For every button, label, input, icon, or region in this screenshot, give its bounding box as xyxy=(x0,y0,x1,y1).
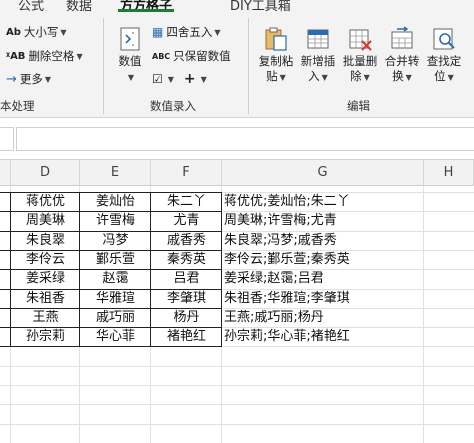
chevron-down-icon: ▼ xyxy=(44,74,52,84)
chevron-down-icon: ▼ xyxy=(279,73,286,82)
chevron-down-icon: ▼ xyxy=(447,73,454,82)
column-header-e[interactable]: E xyxy=(80,160,151,186)
remove-space-button[interactable]: ᵡAB 删除空格 ▼ xyxy=(6,48,83,64)
case-icon: Ab xyxy=(6,26,21,38)
case-button[interactable]: Ab 大小写 ▼ xyxy=(6,24,67,40)
cell-g-row-2[interactable]: 周美琳;许雪梅;尤青 xyxy=(224,211,424,230)
column-header-c[interactable] xyxy=(0,160,11,186)
number-tools-row: ☑ ▼ + ▼ xyxy=(152,71,207,87)
tab-data[interactable]: 数据 xyxy=(66,0,92,12)
cell-f-row-1[interactable]: 朱二丫 xyxy=(151,192,222,211)
clipboard-icon xyxy=(265,27,287,51)
numeric-button[interactable]: 数值 ▼ xyxy=(110,26,150,83)
cell-e-row-3[interactable]: 冯梦 xyxy=(80,231,151,250)
arrow-right-icon: → xyxy=(6,71,17,87)
remove-space-icon: ᵡAB xyxy=(6,50,26,62)
cell-g-row-6[interactable]: 朱祖香;华雅瑄;李肇琪 xyxy=(224,289,424,308)
cell-f-row-2[interactable]: 尤青 xyxy=(151,211,222,230)
chevron-down-icon[interactable]: ▼ xyxy=(168,75,174,84)
cell-e-row-4[interactable]: 鄞乐萱 xyxy=(80,250,151,269)
cell-e-row-7[interactable]: 戚巧丽 xyxy=(80,308,151,327)
chevron-down-icon: ▼ xyxy=(76,51,83,61)
chevron-down-icon[interactable]: ▼ xyxy=(201,75,207,84)
chevron-down-icon: ▼ xyxy=(127,73,135,82)
edit-cell-icon[interactable]: ☑ xyxy=(152,72,163,86)
insert-button[interactable]: 新增插 入 ▼ xyxy=(298,26,338,85)
column-header-g[interactable]: G xyxy=(222,160,424,186)
cell-d-row-5[interactable]: 姜采绿 xyxy=(11,269,80,288)
grid-line xyxy=(0,385,474,386)
cell-f-row-4[interactable]: 秦秀英 xyxy=(151,250,222,269)
cell-d-row-8[interactable]: 孙宗莉 xyxy=(11,327,80,346)
cell-g-row-1[interactable]: 蒋优优;姜灿怡;朱二丫 xyxy=(224,192,424,211)
cell-f-row-6[interactable]: 李肇琪 xyxy=(151,289,222,308)
group-separator xyxy=(248,18,249,114)
column-header-h[interactable]: H xyxy=(424,160,474,186)
keep-value-icon: ABC xyxy=(152,51,171,61)
number-group-label: 数值录入 xyxy=(150,99,196,113)
batch-delete-button[interactable]: 批量删 除 ▼ xyxy=(340,26,380,85)
grid-line xyxy=(0,404,474,405)
column-header-row: D E F G H xyxy=(0,160,474,186)
cell-d-row-3[interactable]: 朱良翠 xyxy=(11,231,80,250)
cell-d-row-7[interactable]: 王燕 xyxy=(11,308,80,327)
cell-g-row-7[interactable]: 王燕;戚巧丽;杨丹 xyxy=(224,308,424,327)
cell-d-row-6[interactable]: 朱祖香 xyxy=(11,289,80,308)
cell-e-row-5[interactable]: 赵霭 xyxy=(80,269,151,288)
merge-convert-button[interactable]: 合并转 换 ▼ xyxy=(382,26,422,85)
cell-d-row-1[interactable]: 蒋优优 xyxy=(11,192,80,211)
cell-area[interactable]: 蒋优优 姜灿怡 朱二丫 蒋优优;姜灿怡;朱二丫 周美琳 许雪梅 尤青 周美琳;许雪梅;尤青 朱良… xyxy=(0,186,474,443)
grid-line xyxy=(0,424,474,425)
merge-icon xyxy=(391,26,413,49)
round-icon: ▦ xyxy=(152,25,164,39)
cell-d-row-4[interactable]: 李伶云 xyxy=(11,250,80,269)
copy-paste-button[interactable]: 复制粘 贴 ▼ xyxy=(256,26,296,85)
search-icon xyxy=(433,28,455,50)
cell-g-row-3[interactable]: 朱良翠;冯梦;戚香秀 xyxy=(224,231,424,250)
chevron-down-icon: ▼ xyxy=(214,27,221,37)
tab-formulas[interactable]: 公式 xyxy=(18,0,44,12)
cell-e-row-8[interactable]: 华心菲 xyxy=(80,327,151,346)
ribbon-tab-strip: 公式 数据 方方格子 DIY工具箱 xyxy=(0,0,474,12)
delete-icon xyxy=(349,29,372,51)
more-button[interactable]: → 更多 ▼ xyxy=(6,71,51,87)
cell-g-row-8[interactable]: 孙宗莉;华心菲;褚艳红 xyxy=(224,327,424,346)
chevron-down-icon: ▼ xyxy=(60,27,67,37)
cell-e-row-1[interactable]: 姜灿怡 xyxy=(80,192,151,211)
cell-f-row-5[interactable]: 吕君 xyxy=(151,269,222,288)
grid-line xyxy=(0,366,474,367)
plus-icon[interactable]: + xyxy=(184,71,196,87)
formula-input[interactable] xyxy=(16,127,474,151)
cell-f-row-8[interactable]: 褚艳红 xyxy=(151,327,222,346)
cell-e-row-6[interactable]: 华雅瑄 xyxy=(80,289,151,308)
insert-icon xyxy=(307,29,329,49)
cell-f-row-3[interactable]: 戚香秀 xyxy=(151,231,222,250)
formula-bar xyxy=(0,118,474,160)
spreadsheet-grid: D E F G H 蒋优优 姜灿怡 朱二丫 蒋优优;姜灿怡;朱二丫周美琳 许雪梅 尤青 周美… xyxy=(0,160,474,443)
name-box[interactable] xyxy=(0,127,14,151)
column-header-d[interactable]: D xyxy=(11,160,80,186)
keep-value-button[interactable]: ABC 只保留数值 xyxy=(152,48,231,64)
cell-g-row-5[interactable]: 姜采绿;赵霭;吕君 xyxy=(224,269,424,288)
column-header-f[interactable]: F xyxy=(151,160,222,186)
ribbon: Ab 大小写 ▼ ᵡAB 删除空格 ▼ → 更多 ▼ 本处理 数值 ▼ ▦ 四舍… xyxy=(0,12,474,118)
text-group-label: 本处理 xyxy=(0,99,35,113)
cell-d-row-2[interactable]: 周美琳 xyxy=(11,211,80,230)
cell-f-row-7[interactable]: 杨丹 xyxy=(151,308,222,327)
tab-diy-toolbox[interactable]: DIY工具箱 xyxy=(230,0,291,12)
edit-group-label: 编辑 xyxy=(347,99,370,113)
numeric-icon xyxy=(120,27,140,51)
chevron-down-icon: ▼ xyxy=(405,73,412,82)
chevron-down-icon: ▼ xyxy=(321,73,328,82)
group-separator xyxy=(103,18,104,114)
find-locate-button[interactable]: 查找定 位 ▼ xyxy=(424,26,464,85)
round-button[interactable]: ▦ 四舍五入 ▼ xyxy=(152,24,221,40)
chevron-down-icon: ▼ xyxy=(363,73,370,82)
cell-e-row-2[interactable]: 许雪梅 xyxy=(80,211,151,230)
cell-g-row-4[interactable]: 李伶云;鄞乐萱;秦秀英 xyxy=(224,250,424,269)
